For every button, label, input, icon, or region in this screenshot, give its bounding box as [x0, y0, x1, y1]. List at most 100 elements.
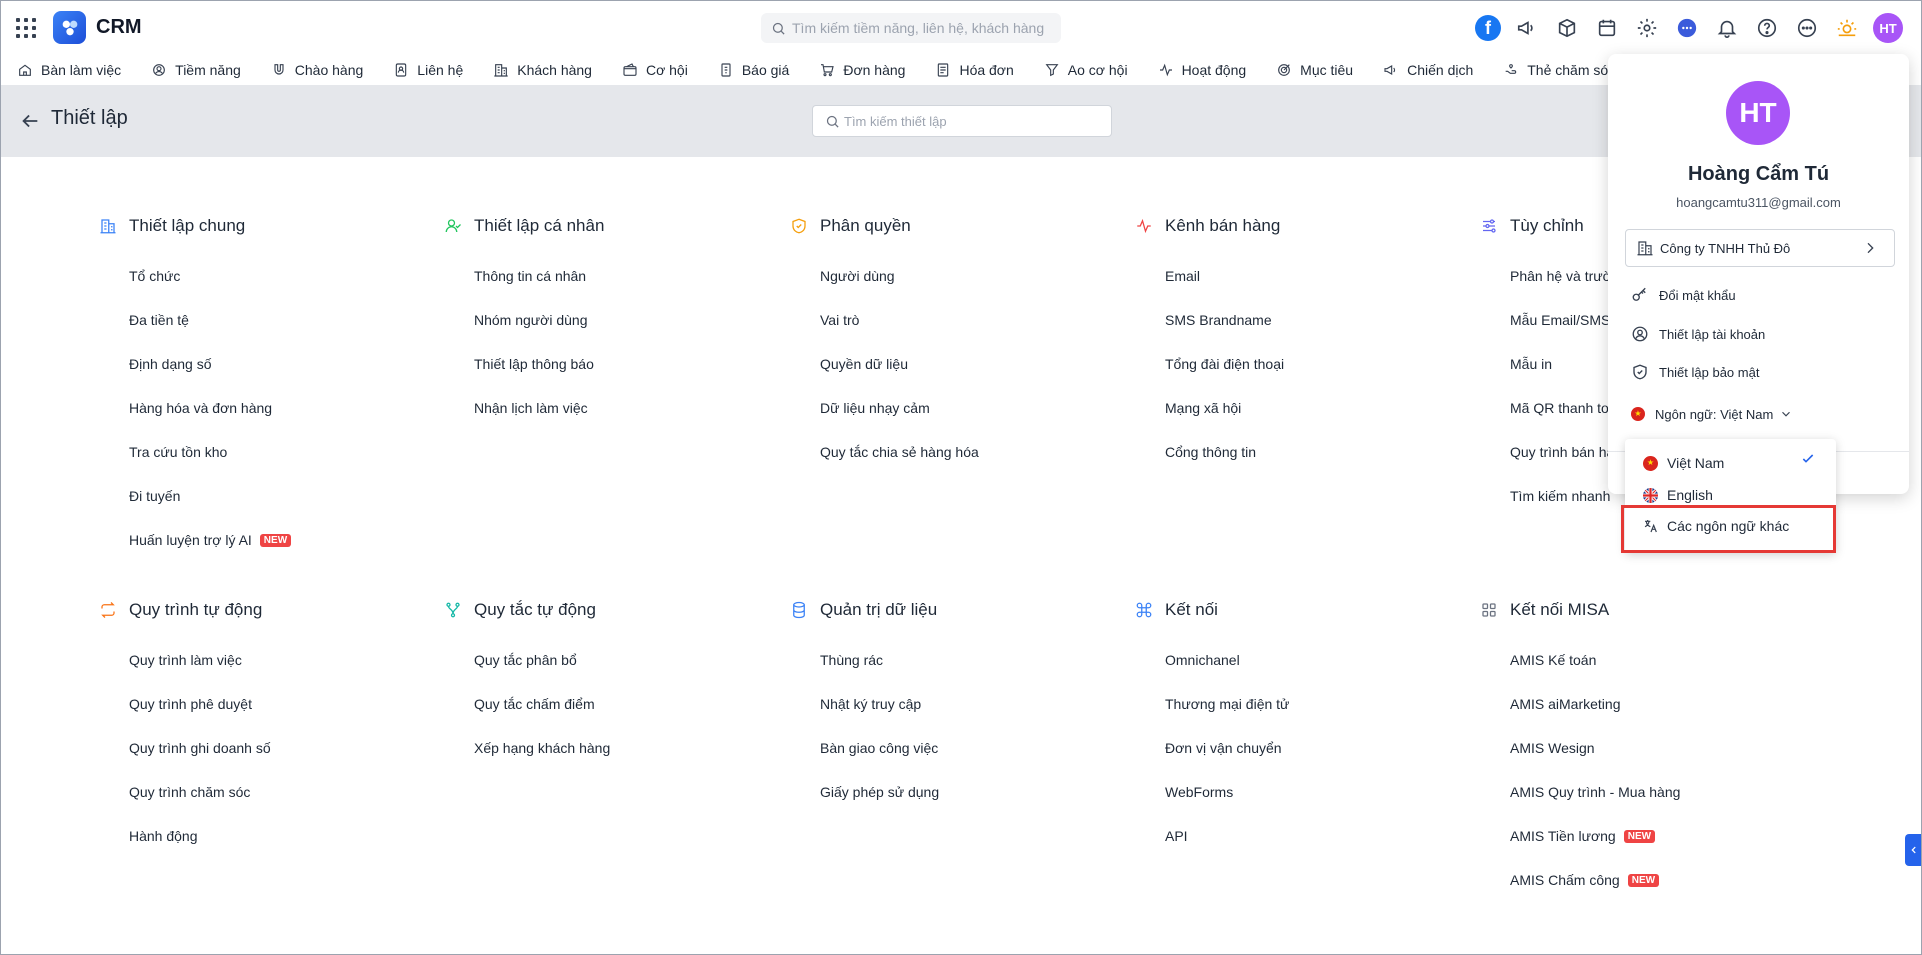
nav-item-5[interactable]: Cơ hội — [622, 62, 688, 78]
chat-icon[interactable] — [1673, 14, 1701, 42]
crm-logo-icon[interactable] — [53, 11, 86, 44]
settings-search-input[interactable]: Tìm kiếm thiết lập — [812, 105, 1112, 137]
box-icon[interactable] — [1553, 14, 1581, 42]
settings-link[interactable]: Quy trình làm việc — [129, 638, 271, 682]
settings-link[interactable]: Huấn luyện trợ lý AI NEW — [129, 518, 292, 562]
settings-link[interactable]: WebForms — [1165, 770, 1289, 814]
settings-link[interactable]: Hàng hóa và đơn hàng — [129, 386, 291, 430]
settings-link[interactable]: Omnichanel — [1165, 638, 1289, 682]
nav-item-4[interactable]: Khách hàng — [493, 62, 592, 78]
settings-link[interactable]: SMS Brandname — [1165, 298, 1284, 342]
nav-item-8[interactable]: Hóa đơn — [935, 62, 1014, 78]
more-icon[interactable] — [1793, 14, 1821, 42]
back-arrow-icon[interactable] — [19, 110, 41, 132]
settings-link[interactable]: Người dùng — [820, 254, 979, 298]
nav-item-9[interactable]: Ao cơ hội — [1044, 62, 1128, 78]
settings-link[interactable]: Cổng thông tin — [1165, 430, 1284, 474]
building-icon — [1637, 241, 1653, 256]
settings-link[interactable]: AMIS Kế toán — [1510, 638, 1680, 682]
settings-link[interactable]: Bàn giao công việc — [820, 726, 939, 770]
settings-link[interactable]: Mạng xã hội — [1165, 386, 1284, 430]
section-title: Kênh bán hàng — [1165, 216, 1281, 235]
settings-link[interactable]: Thiết lập thông báo — [474, 342, 604, 386]
megaphone-icon[interactable] — [1513, 14, 1541, 42]
account-settings-item[interactable]: Thiết lập tài khoản — [1631, 320, 1765, 348]
settings-link[interactable]: Quy tắc chia sẻ hàng hóa — [820, 430, 979, 474]
top-icon-bar: f HT — [1475, 13, 1903, 43]
settings-link[interactable]: Nhóm người dùng — [474, 298, 604, 342]
settings-link[interactable]: Quy trình ghi doanh số — [129, 726, 271, 770]
settings-link[interactable]: Đa tiền tệ — [129, 298, 291, 342]
facebook-icon[interactable]: f — [1475, 15, 1501, 41]
settings-link-label: Quy trình chăm sóc — [129, 784, 251, 800]
settings-link[interactable]: Tổng đài điện thoại — [1165, 342, 1284, 386]
settings-link[interactable]: Email — [1165, 254, 1284, 298]
settings-link-label: Đa tiền tệ — [129, 312, 189, 328]
language-option-vietnam[interactable]: ★ Việt Nam — [1643, 451, 1724, 475]
nav-item-1[interactable]: Tiềm năng — [151, 62, 241, 78]
calendar-icon[interactable] — [1593, 14, 1621, 42]
settings-link[interactable]: Quy tắc phân bổ — [474, 638, 610, 682]
settings-link[interactable]: Quyền dữ liệu — [820, 342, 979, 386]
sun-icon[interactable] — [1833, 14, 1861, 42]
user-avatar[interactable]: HT — [1873, 13, 1903, 43]
language-selector[interactable]: ★ Ngôn ngữ: Việt Nam — [1631, 400, 1793, 428]
side-panel-toggle[interactable] — [1905, 834, 1921, 866]
gear-icon[interactable] — [1633, 14, 1661, 42]
nav-item-13[interactable]: Thẻ chăm sóc — [1503, 62, 1615, 78]
section-header: Kết nối — [1135, 598, 1289, 622]
bell-icon[interactable] — [1713, 14, 1741, 42]
other-languages-item[interactable]: Các ngôn ngữ khác — [1625, 505, 1836, 547]
apps-grid-icon[interactable] — [15, 17, 37, 39]
settings-link[interactable]: Vai trò — [820, 298, 979, 342]
settings-link[interactable]: Định dạng số — [129, 342, 291, 386]
company-selector[interactable]: Công ty TNHH Thủ Đô — [1625, 229, 1895, 267]
change-password-item[interactable]: Đổi mật khẩu — [1631, 281, 1736, 309]
settings-link[interactable]: AMIS Tiền lương NEW — [1510, 814, 1680, 858]
nav-item-3[interactable]: Liên hệ — [393, 62, 463, 78]
security-settings-item[interactable]: Thiết lập bảo mật — [1631, 358, 1759, 386]
global-search-input[interactable]: Tìm kiếm tiềm năng, liên hệ, khách hàng — [761, 13, 1061, 43]
settings-link[interactable]: Tổ chức — [129, 254, 291, 298]
settings-link[interactable]: Quy tắc chấm điểm — [474, 682, 610, 726]
settings-link[interactable]: Tra cứu tồn kho — [129, 430, 291, 474]
settings-link-label: Định dạng số — [129, 356, 212, 372]
nav-item-11[interactable]: Mục tiêu — [1276, 62, 1353, 78]
settings-link-label: Quy trình phê duyệt — [129, 696, 252, 712]
settings-link[interactable]: AMIS Wesign — [1510, 726, 1680, 770]
settings-link[interactable]: Dữ liệu nhạy cảm — [820, 386, 979, 430]
settings-link[interactable]: Quy trình chăm sóc — [129, 770, 271, 814]
settings-link[interactable]: Thông tin cá nhân — [474, 254, 604, 298]
settings-link[interactable]: AMIS Quy trình - Mua hàng — [1510, 770, 1680, 814]
settings-link[interactable]: Xếp hạng khách hàng — [474, 726, 610, 770]
nav-item-12[interactable]: Chiến dịch — [1383, 62, 1473, 78]
help-icon[interactable] — [1753, 14, 1781, 42]
section-title: Kết nối MISA — [1510, 600, 1610, 619]
nav-item-7[interactable]: Đơn hàng — [819, 62, 905, 78]
vietnam-flag-icon: ★ — [1643, 455, 1658, 471]
settings-link[interactable]: Nhật ký truy cập — [820, 682, 939, 726]
settings-link[interactable]: API — [1165, 814, 1289, 858]
settings-link-label: SMS Brandname — [1165, 312, 1272, 328]
settings-link[interactable]: Đi tuyến — [129, 474, 291, 518]
settings-link[interactable]: Thùng rác — [820, 638, 939, 682]
nav-item-6[interactable]: Báo giá — [718, 62, 789, 78]
settings-link[interactable]: Giấy phép sử dụng — [820, 770, 939, 814]
settings-link-label: Omnichanel — [1165, 652, 1240, 668]
settings-link[interactable]: Quy trình phê duyệt — [129, 682, 271, 726]
settings-link[interactable]: AMIS aiMarketing — [1510, 682, 1680, 726]
nav-item-label: Bàn làm việc — [41, 62, 122, 78]
settings-link[interactable]: Đơn vị vận chuyển — [1165, 726, 1289, 770]
nav-item-label: Hóa đơn — [959, 62, 1014, 78]
settings-link[interactable]: Hành động — [129, 814, 271, 858]
language-option-english[interactable]: English — [1643, 483, 1713, 507]
settings-link[interactable]: AMIS Chấm công NEW — [1510, 858, 1680, 902]
nav-item-label: Ao cơ hội — [1067, 62, 1128, 78]
settings-link-label: Đơn vị vận chuyển — [1165, 740, 1282, 756]
nav-item-10[interactable]: Hoạt động — [1158, 62, 1246, 78]
settings-link-label: Giấy phép sử dụng — [820, 784, 940, 800]
settings-link[interactable]: Nhận lịch làm việc — [474, 386, 604, 430]
settings-link[interactable]: Thương mại điện tử — [1165, 682, 1289, 726]
nav-item-0[interactable]: Bàn làm việc — [17, 62, 121, 78]
nav-item-2[interactable]: Chào hàng — [271, 62, 363, 78]
